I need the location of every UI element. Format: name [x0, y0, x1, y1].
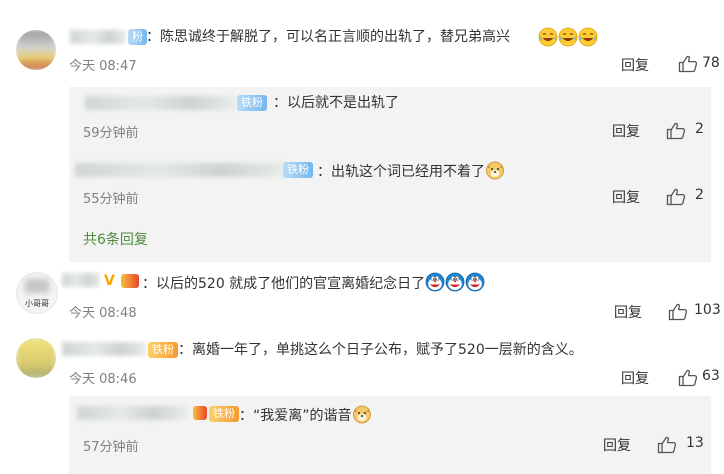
reply-time: 59分钟前 [83, 126, 139, 141]
fan-badge: 铁粉 [283, 162, 313, 178]
comment-text: ：以后的520 就成了他们的官宣离婚纪念日了 [142, 272, 485, 294]
verified-icon: V [104, 273, 115, 289]
laugh-cry-icon [538, 27, 558, 47]
like-count: 63 [702, 368, 720, 384]
comment-item: 粉 ：陈思诚终于解脱了，可以名正言顺的出轨了，替兄弟高兴 今天 08:47 回复… [0, 0, 724, 262]
avatar[interactable]: 小哥哥 [16, 272, 58, 314]
replies-panel: 铁粉 ：“我爱离”的谐音 57分钟前 回复 13 [69, 396, 711, 474]
username[interactable] [77, 406, 187, 420]
comment-text: ：陈思诚终于解脱了，可以名正言顺的出轨了，替兄弟高兴 [146, 29, 510, 45]
username[interactable] [75, 163, 285, 177]
reply-button[interactable]: 回复 [621, 55, 649, 75]
more-replies-link[interactable]: 共6条回复 [83, 229, 148, 249]
like-count: 103 [694, 302, 721, 318]
username[interactable] [62, 273, 100, 287]
replies-panel: 铁粉 ：以后就不是出轨了 59分钟前 回复 2 铁粉 ：出轨这个词已经用不着了 … [69, 87, 711, 262]
comment-item: 小哥哥 V ：以后的520 就成了他们的官宣离婚纪念日了 今天 08:48 回复… [0, 266, 724, 326]
like-count: 2 [695, 187, 704, 203]
avatar[interactable] [16, 30, 56, 70]
username[interactable] [70, 30, 126, 44]
doraemon-icon [465, 272, 485, 292]
reply-button[interactable]: 回复 [614, 302, 642, 322]
fan-badge: 铁粉 [148, 342, 178, 358]
reply-button[interactable]: 回复 [621, 368, 649, 388]
doge-icon [485, 160, 505, 180]
fan-badge: 铁粉 [209, 406, 239, 422]
reply-time: 55分钟前 [83, 192, 139, 207]
comment-text: ：离婚一年了，单挑这么个日子公布，赋予了520一层新的含义。 [178, 342, 583, 358]
like-thumb-icon[interactable] [657, 436, 677, 454]
doraemon-icon [445, 272, 465, 292]
reply-time: 57分钟前 [83, 440, 139, 455]
like-thumb-icon[interactable] [666, 122, 686, 140]
like-thumb-icon[interactable] [678, 369, 698, 387]
doge-icon [352, 404, 372, 424]
like-thumb-icon[interactable] [668, 303, 688, 321]
reply-text: ：以后就不是出轨了 [273, 95, 399, 111]
like-count: 13 [686, 435, 704, 451]
reply-button[interactable]: 回复 [603, 435, 631, 455]
vip-crown-icon [121, 274, 139, 288]
emoji-group [538, 27, 598, 47]
username[interactable] [85, 96, 235, 110]
fan-badge: 粉 [128, 29, 147, 45]
comment-time: 今天 08:46 [69, 372, 137, 387]
comment-item: 铁粉 ：离婚一年了，单挑这么个日子公布，赋予了520一层新的含义。 今天 08:… [0, 332, 724, 474]
laugh-cry-icon [578, 27, 598, 47]
comment-time: 今天 08:48 [69, 306, 137, 321]
like-thumb-icon[interactable] [678, 55, 698, 73]
comment-time: 今天 08:47 [69, 59, 137, 74]
like-count: 2 [695, 121, 704, 137]
like-thumb-icon[interactable] [666, 188, 686, 206]
vip-crown-icon [193, 406, 207, 420]
avatar-caption: 小哥哥 [25, 299, 49, 308]
username[interactable] [62, 342, 146, 356]
fan-badge: 铁粉 [237, 95, 267, 111]
doraemon-icon [425, 272, 445, 292]
reply-text: ：“我爱离”的谐音 [239, 404, 372, 426]
like-count: 78 [702, 55, 720, 71]
avatar[interactable] [16, 338, 56, 378]
reply-button[interactable]: 回复 [612, 121, 640, 141]
reply-text: ：出轨这个词已经用不着了 [317, 160, 505, 182]
reply-button[interactable]: 回复 [612, 187, 640, 207]
laugh-cry-icon [558, 27, 578, 47]
